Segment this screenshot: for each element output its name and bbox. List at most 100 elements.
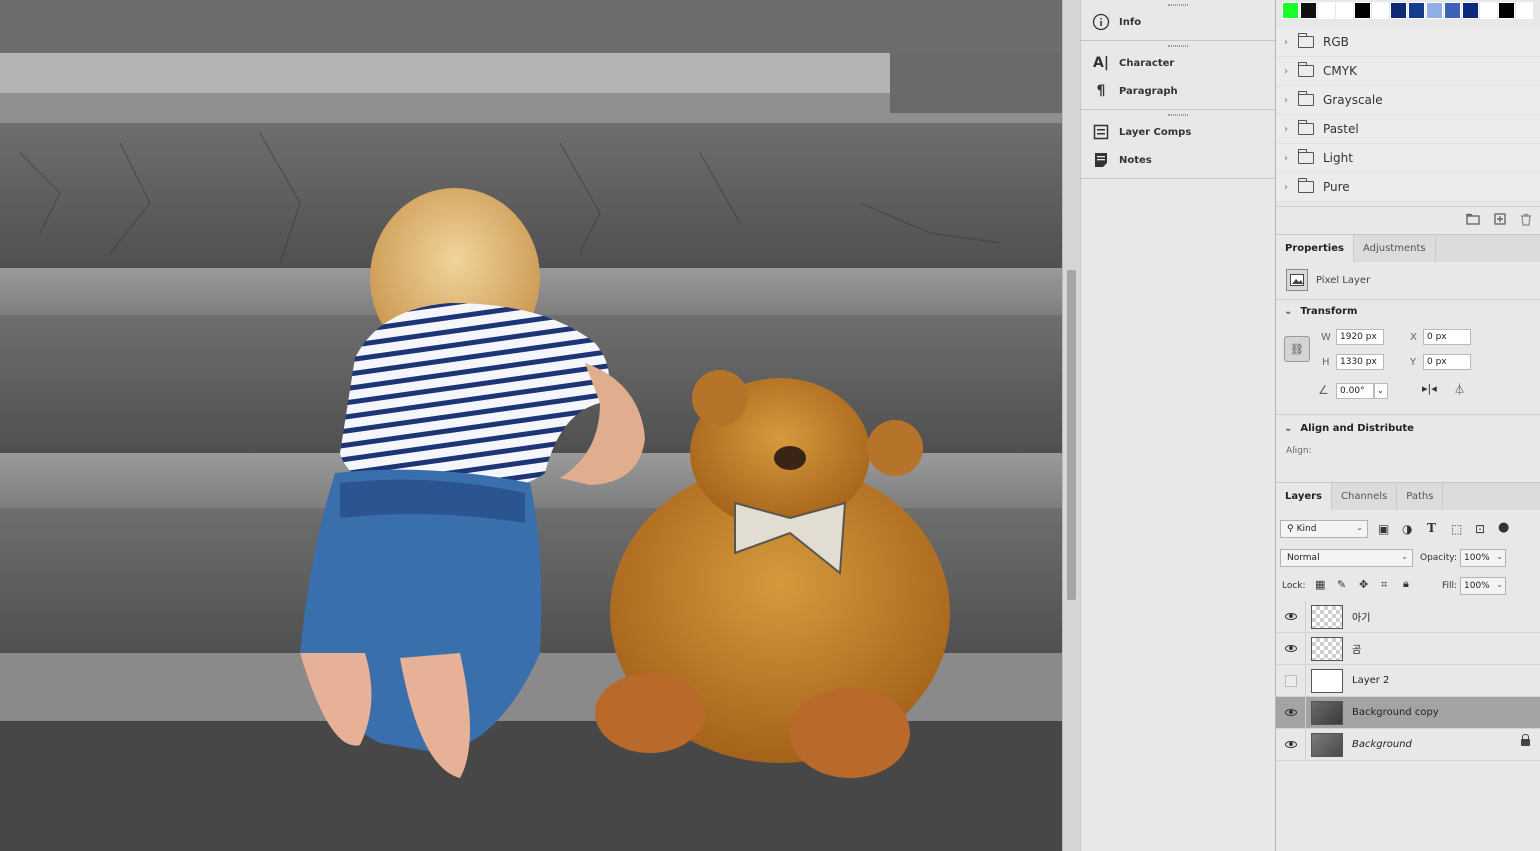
swatch-chip[interactable]	[1354, 2, 1371, 19]
visibility-toggle[interactable]	[1276, 600, 1306, 633]
swatches-recent-row	[1282, 2, 1534, 19]
filter-pixel-icon[interactable]: ▣	[1378, 522, 1389, 536]
collapsed-panels-column: Info A| Character ¶ Paragraph Layer Comp…	[1080, 0, 1276, 851]
swatch-group-label: CMYK	[1323, 64, 1357, 78]
x-field[interactable]: 0 px	[1423, 329, 1471, 345]
info-icon	[1091, 12, 1111, 32]
chevron-right-icon: ›	[1284, 94, 1288, 106]
layer-name: 곰	[1352, 645, 1362, 656]
swatch-chip[interactable]	[1462, 2, 1479, 19]
layer-name: Background copy	[1352, 707, 1439, 718]
swatch-chip[interactable]	[1516, 2, 1533, 19]
layer-row-baby[interactable]: 아기	[1276, 600, 1540, 633]
flip-horizontal-icon[interactable]: ▸|◂	[1422, 382, 1437, 395]
swatch-chip[interactable]	[1444, 2, 1461, 19]
chevron-down-icon: ⌄	[1377, 386, 1384, 395]
panel-layer-comps-label: Layer Comps	[1119, 126, 1192, 138]
lock-position-icon[interactable]: ✥	[1359, 578, 1368, 591]
chevron-down-icon: ⌄	[1496, 552, 1503, 561]
lock-all-icon[interactable]: 🔒︎	[1403, 577, 1409, 591]
tab-channels[interactable]: Channels	[1332, 483, 1398, 510]
layer-row-background[interactable]: Background	[1276, 728, 1540, 761]
new-swatch-icon[interactable]	[1494, 213, 1506, 228]
lock-artboard-icon[interactable]: ⌗	[1381, 578, 1387, 592]
swatch-group-rgb[interactable]: › RGB	[1276, 28, 1540, 57]
filter-adjustment-icon[interactable]: ◑	[1402, 522, 1412, 536]
visibility-toggle[interactable]	[1276, 632, 1306, 665]
layer-thumbnail	[1311, 732, 1343, 757]
filter-shape-icon[interactable]: ⬚	[1451, 522, 1462, 536]
panel-info[interactable]: Info	[1081, 8, 1275, 36]
swatch-group-light[interactable]: › Light	[1276, 144, 1540, 173]
swatch-chip[interactable]	[1372, 2, 1389, 19]
lock-transparent-icon[interactable]: ▦	[1315, 578, 1325, 591]
swatch-chip[interactable]	[1300, 2, 1317, 19]
hidden-box-icon	[1284, 674, 1297, 687]
visibility-toggle[interactable]	[1276, 728, 1306, 761]
filter-toggle-icon[interactable]: ●	[1498, 520, 1509, 535]
swatch-chip[interactable]	[1426, 2, 1443, 19]
layer-name: Background	[1352, 739, 1412, 750]
layer-name: 아기	[1352, 613, 1371, 624]
properties-tabs: Properties Adjustments	[1276, 234, 1540, 262]
panel-notes[interactable]: Notes	[1081, 146, 1275, 174]
swatch-chip[interactable]	[1390, 2, 1407, 19]
y-field[interactable]: 0 px	[1423, 354, 1471, 370]
fill-field[interactable]: 100% ⌄	[1460, 577, 1506, 595]
link-dimensions-button[interactable]: ⛓	[1284, 336, 1310, 362]
tab-adjustments[interactable]: Adjustments	[1354, 235, 1436, 262]
filter-type-icon[interactable]: T	[1427, 521, 1436, 535]
document-canvas-area[interactable]	[0, 0, 1062, 851]
height-field[interactable]: 1330 px	[1336, 354, 1384, 370]
angle-field[interactable]: 0.00°	[1336, 383, 1374, 399]
document-image[interactable]	[0, 53, 1062, 851]
width-field[interactable]: 1920 px	[1336, 329, 1384, 345]
swatch-group-pastel[interactable]: › Pastel	[1276, 115, 1540, 144]
canvas-vertical-scrollbar[interactable]	[1062, 0, 1080, 851]
swatch-group-pure[interactable]: › Pure	[1276, 173, 1540, 202]
lock-paint-icon[interactable]: ✎	[1337, 578, 1346, 591]
swatch-group-cmyk[interactable]: › CMYK	[1276, 57, 1540, 86]
swatch-chip[interactable]	[1408, 2, 1425, 19]
visibility-toggle[interactable]	[1276, 696, 1306, 729]
panel-character[interactable]: A| Character	[1081, 49, 1275, 77]
canvas-pasteboard	[0, 0, 1062, 53]
tab-paths[interactable]: Paths	[1397, 483, 1444, 510]
swatch-group-grayscale[interactable]: › Grayscale	[1276, 86, 1540, 115]
properties-body: Pixel Layer ⌄ Transform ⛓ W 1920 px X 0 …	[1276, 262, 1540, 482]
swatch-chip[interactable]	[1498, 2, 1515, 19]
scrollbar-thumb[interactable]	[1067, 270, 1076, 600]
folder-icon	[1298, 120, 1314, 135]
layer-row-bear[interactable]: 곰	[1276, 632, 1540, 665]
filter-kind-select[interactable]: ⚲ Kind ⌄	[1280, 520, 1368, 538]
swatch-chip[interactable]	[1480, 2, 1497, 19]
align-label: Align:	[1286, 446, 1312, 456]
chevron-right-icon: ›	[1284, 152, 1288, 164]
visibility-toggle[interactable]	[1276, 664, 1306, 697]
angle-dropdown[interactable]: ⌄	[1374, 383, 1388, 399]
chevron-down-icon: ⌄	[1496, 580, 1503, 589]
tab-layers[interactable]: Layers	[1276, 483, 1332, 510]
layer-row-layer-2[interactable]: Layer 2	[1276, 664, 1540, 697]
panel-info-label: Info	[1119, 16, 1142, 28]
new-group-icon[interactable]	[1466, 213, 1480, 228]
panel-paragraph[interactable]: ¶ Paragraph	[1081, 77, 1275, 105]
swatch-chip[interactable]	[1318, 2, 1335, 19]
opacity-field[interactable]: 100% ⌄	[1460, 549, 1506, 567]
eye-icon	[1284, 613, 1297, 620]
layers-tabs: Layers Channels Paths	[1276, 482, 1540, 510]
opacity-value: 100%	[1464, 553, 1490, 563]
trash-icon[interactable]	[1520, 213, 1532, 229]
swatch-chip[interactable]	[1282, 2, 1299, 19]
panel-layer-comps[interactable]: Layer Comps	[1081, 118, 1275, 146]
swatch-group-label: Light	[1323, 151, 1353, 165]
layer-row-background-copy[interactable]: Background copy	[1276, 696, 1540, 729]
align-section-header[interactable]: ⌄ Align and Distribute	[1284, 423, 1414, 434]
eye-icon	[1284, 709, 1297, 716]
transform-section-header[interactable]: ⌄ Transform	[1284, 306, 1357, 317]
filter-smart-object-icon[interactable]: ⊡	[1475, 522, 1485, 536]
flip-vertical-icon[interactable]: ⏃	[1454, 381, 1465, 397]
blend-mode-select[interactable]: Normal ⌄	[1280, 549, 1413, 567]
swatch-chip[interactable]	[1336, 2, 1353, 19]
tab-properties[interactable]: Properties	[1276, 235, 1354, 262]
